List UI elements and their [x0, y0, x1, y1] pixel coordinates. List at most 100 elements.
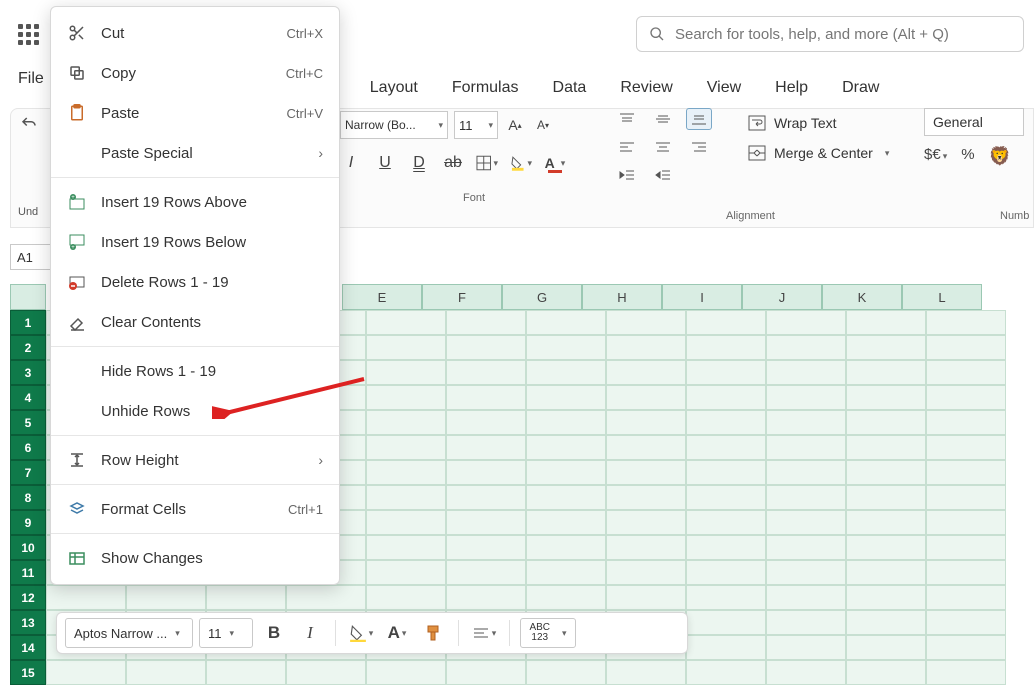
cell[interactable]: [766, 335, 846, 360]
undo-icon[interactable]: [20, 115, 38, 133]
increase-font-icon[interactable]: A▴: [504, 114, 526, 136]
cell[interactable]: [606, 410, 686, 435]
tab-view[interactable]: View: [707, 79, 741, 97]
cell[interactable]: [606, 485, 686, 510]
comma-button[interactable]: 🦁: [989, 146, 1011, 167]
fill-color-button[interactable]: ▾: [510, 152, 532, 174]
cell[interactable]: [526, 660, 606, 685]
cell[interactable]: [846, 535, 926, 560]
borders-button[interactable]: ▾: [476, 152, 498, 174]
cell[interactable]: [446, 410, 526, 435]
cell[interactable]: [446, 560, 526, 585]
cell[interactable]: [366, 410, 446, 435]
cell[interactable]: [686, 560, 766, 585]
cell[interactable]: [926, 510, 1006, 535]
ctx-paste[interactable]: PasteCtrl+V: [51, 93, 339, 133]
mini-italic-button[interactable]: I: [295, 618, 325, 648]
cell[interactable]: [686, 360, 766, 385]
cell[interactable]: [846, 585, 926, 610]
cell[interactable]: [526, 385, 606, 410]
cell[interactable]: [606, 335, 686, 360]
column-header[interactable]: G: [502, 284, 582, 310]
cell[interactable]: [606, 435, 686, 460]
cell[interactable]: [606, 310, 686, 335]
column-header[interactable]: L: [902, 284, 982, 310]
row-header[interactable]: 6: [10, 435, 46, 460]
cell[interactable]: [926, 635, 1006, 660]
app-launcher-icon[interactable]: [18, 24, 42, 48]
cell[interactable]: [846, 385, 926, 410]
row-header[interactable]: 13: [10, 610, 46, 635]
decrease-font-icon[interactable]: A▾: [532, 114, 554, 136]
cell[interactable]: [126, 660, 206, 685]
cell[interactable]: [446, 485, 526, 510]
cell[interactable]: [366, 535, 446, 560]
ctx-copy[interactable]: CopyCtrl+C: [51, 53, 339, 93]
cell[interactable]: [766, 310, 846, 335]
cell[interactable]: [446, 660, 526, 685]
cell[interactable]: [366, 660, 446, 685]
cell[interactable]: [926, 435, 1006, 460]
ctx-show-changes[interactable]: Show Changes: [51, 538, 339, 578]
currency-button[interactable]: $€▾: [924, 146, 947, 167]
cell[interactable]: [606, 660, 686, 685]
column-header[interactable]: I: [662, 284, 742, 310]
cell[interactable]: [366, 335, 446, 360]
row-header[interactable]: 11: [10, 560, 46, 585]
cell[interactable]: [446, 585, 526, 610]
align-right-button[interactable]: [686, 136, 712, 158]
mini-font-select[interactable]: Aptos Narrow ...▾: [65, 618, 193, 648]
name-box[interactable]: A1: [10, 244, 54, 270]
cell[interactable]: [766, 560, 846, 585]
cell[interactable]: [686, 535, 766, 560]
cell[interactable]: [606, 560, 686, 585]
cell[interactable]: [446, 535, 526, 560]
cell[interactable]: [446, 435, 526, 460]
tab-draw[interactable]: Draw: [842, 79, 879, 97]
cell[interactable]: [686, 660, 766, 685]
cell[interactable]: [366, 560, 446, 585]
ctx-delete-rows[interactable]: Delete Rows 1 - 19: [51, 262, 339, 302]
cell[interactable]: [686, 460, 766, 485]
align-left-button[interactable]: [614, 136, 640, 158]
tab-help[interactable]: Help: [775, 79, 808, 97]
mini-size-select[interactable]: 11▾: [199, 618, 253, 648]
cell[interactable]: [686, 385, 766, 410]
column-header[interactable]: E: [342, 284, 422, 310]
cell[interactable]: [606, 460, 686, 485]
cell[interactable]: [926, 560, 1006, 585]
cell[interactable]: [846, 435, 926, 460]
ctx-clear-contents[interactable]: Clear Contents: [51, 302, 339, 342]
cell[interactable]: [526, 335, 606, 360]
cell[interactable]: [846, 460, 926, 485]
column-header[interactable]: K: [822, 284, 902, 310]
cell[interactable]: [446, 310, 526, 335]
row-header[interactable]: 12: [10, 585, 46, 610]
italic-button[interactable]: I: [340, 152, 362, 174]
cell[interactable]: [526, 435, 606, 460]
row-header[interactable]: 3: [10, 360, 46, 385]
column-header[interactable]: J: [742, 284, 822, 310]
cell[interactable]: [766, 435, 846, 460]
cell[interactable]: [446, 460, 526, 485]
cell[interactable]: [446, 385, 526, 410]
align-center-button[interactable]: [650, 136, 676, 158]
cell[interactable]: [926, 535, 1006, 560]
tab-data[interactable]: Data: [553, 79, 587, 97]
cell[interactable]: [766, 385, 846, 410]
cell[interactable]: [366, 510, 446, 535]
cell[interactable]: [686, 485, 766, 510]
cell[interactable]: [526, 360, 606, 385]
mini-bold-button[interactable]: B: [259, 618, 289, 648]
cell[interactable]: [686, 410, 766, 435]
cell[interactable]: [606, 510, 686, 535]
mini-format-painter-button[interactable]: [418, 618, 448, 648]
align-bottom-button[interactable]: [686, 108, 712, 130]
cell[interactable]: [846, 310, 926, 335]
row-header[interactable]: 2: [10, 335, 46, 360]
cell[interactable]: [766, 635, 846, 660]
tab-review[interactable]: Review: [620, 79, 672, 97]
ctx-format-cells[interactable]: Format CellsCtrl+1: [51, 489, 339, 529]
cell[interactable]: [366, 310, 446, 335]
cell[interactable]: [526, 410, 606, 435]
